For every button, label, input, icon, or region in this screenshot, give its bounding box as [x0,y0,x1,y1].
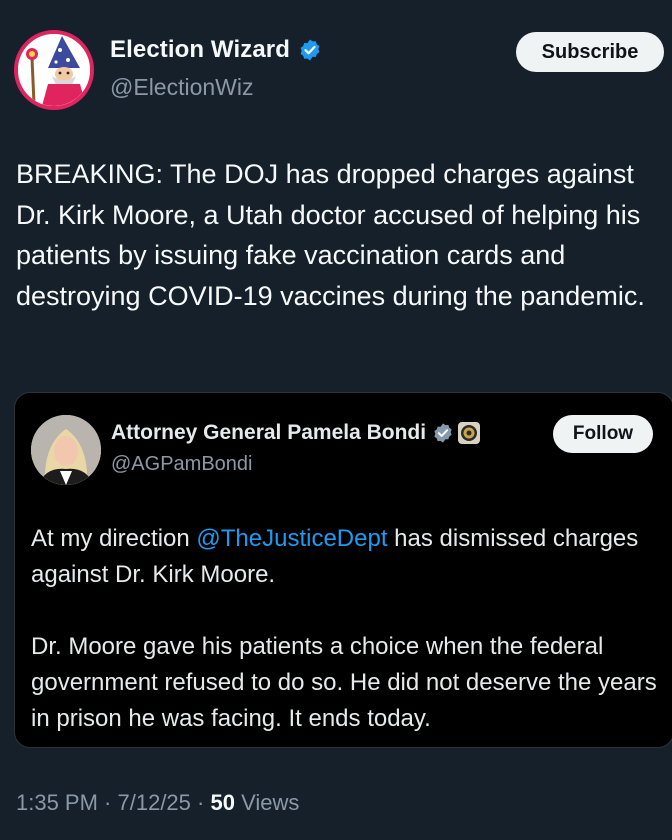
meta-separator: · [97,790,118,815]
wizard-avatar-icon [18,34,90,106]
quoted-author-avatar[interactable] [31,415,101,485]
author-handle[interactable]: @ElectionWiz [110,74,254,101]
mention-link[interactable]: @TheJusticeDept [196,525,387,552]
doj-seal-icon [458,422,481,444]
quoted-paragraph-1: At my direction @TheJusticeDept has dism… [31,521,667,593]
quoted-paragraph-2: Dr. Moore gave his patients a choice whe… [31,633,657,732]
views-label: Views [234,790,300,815]
quoted-display-name[interactable]: Attorney General Pamela Bondi [111,421,426,445]
tweet-time[interactable]: 1:35 PM [16,790,98,816]
tweet-meta: 1:35 PM · 7/12/25 · 50 Views [16,790,299,816]
meta-separator-2: · [190,790,211,815]
tweet-date[interactable]: 7/12/25 [118,790,191,816]
verified-icon [300,39,320,61]
person-avatar-icon [31,415,101,485]
quoted-text: At my direction @TheJusticeDept has dism… [31,521,667,737]
subscribe-button[interactable]: Subscribe [516,32,664,72]
quoted-text-before-mention: At my direction [31,525,197,552]
quoted-handle[interactable]: @AGPamBondi [111,453,252,476]
follow-button[interactable]: Follow [553,415,653,453]
author-display-name[interactable]: Election Wizard [110,36,290,64]
quoted-name-row: Attorney General Pamela Bondi [111,421,481,445]
tweet-header: Election Wizard @ElectionWiz Subscribe [14,28,664,112]
verified-gray-icon [434,423,452,443]
author-name-row: Election Wizard [110,36,322,64]
views-count: 50 [210,790,235,815]
author-avatar[interactable] [14,30,94,110]
tweet-detail: Election Wizard @ElectionWiz Subscribe B… [0,0,672,840]
tweet-text: BREAKING: The DOJ has dropped charges ag… [16,159,645,311]
quoted-tweet[interactable]: Attorney General Pamela Bondi @AGPamBond… [14,392,672,748]
